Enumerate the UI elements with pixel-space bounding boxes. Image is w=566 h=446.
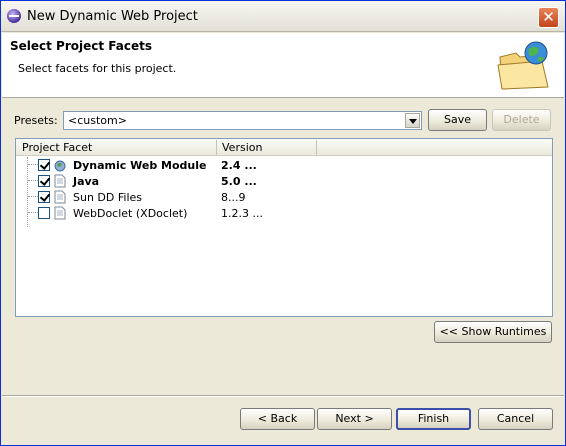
table-row[interactable]: Sun DD Files 8...9 <box>16 189 552 205</box>
document-facet-icon <box>54 190 66 204</box>
cancel-button[interactable]: Cancel <box>478 408 553 430</box>
table-row[interactable]: Dynamic Web Module 2.4 ... <box>16 157 552 173</box>
facet-checkbox[interactable] <box>38 159 50 171</box>
facet-name: WebDoclet (XDoclet) <box>73 207 188 220</box>
page-description: Select facets for this project. <box>18 62 177 75</box>
presets-label: Presets: <box>14 114 58 127</box>
presets-combo[interactable]: <custom> <box>63 111 422 130</box>
window-title: New Dynamic Web Project <box>27 9 198 24</box>
facet-name: Sun DD Files <box>73 191 142 204</box>
presets-value: <custom> <box>68 114 127 127</box>
globe-facet-icon <box>54 160 66 172</box>
facet-version[interactable]: 1.2.3 ... <box>221 207 263 220</box>
table-row[interactable]: Java 5.0 ... <box>16 173 552 189</box>
finish-button[interactable]: Finish <box>396 408 471 430</box>
document-facet-icon <box>54 206 66 220</box>
facet-version[interactable]: 2.4 ... <box>221 159 257 172</box>
folder-globe-icon <box>497 41 549 90</box>
footer-separator <box>2 395 564 397</box>
column-header-facet[interactable]: Project Facet <box>22 141 92 154</box>
facet-checkbox[interactable] <box>38 191 50 203</box>
facet-checkbox[interactable] <box>38 207 50 219</box>
table-row[interactable]: WebDoclet (XDoclet) 1.2.3 ... <box>16 205 552 221</box>
delete-button[interactable]: Delete <box>492 109 551 131</box>
document-facet-icon <box>54 174 66 188</box>
save-button[interactable]: Save <box>428 109 487 131</box>
facet-version[interactable]: 8...9 <box>221 191 246 204</box>
chevron-down-icon[interactable] <box>405 113 420 128</box>
facets-table: Project Facet Version Dynamic Web Module… <box>15 138 553 317</box>
facet-name: Dynamic Web Module <box>73 159 207 172</box>
facet-checkbox[interactable] <box>38 175 50 187</box>
title-bar[interactable]: New Dynamic Web Project ✕ <box>1 1 565 32</box>
page-title: Select Project Facets <box>10 39 153 53</box>
dialog-window: New Dynamic Web Project ✕ Select Project… <box>0 0 566 446</box>
column-header-version[interactable]: Version <box>222 141 262 154</box>
facet-version[interactable]: 5.0 ... <box>221 175 257 188</box>
wizard-banner: Select Project Facets Select facets for … <box>2 33 564 98</box>
table-header: Project Facet Version <box>16 139 552 156</box>
show-runtimes-button[interactable]: << Show Runtimes <box>434 321 552 343</box>
back-button[interactable]: < Back <box>240 408 315 430</box>
eclipse-icon <box>7 9 21 23</box>
next-button[interactable]: Next > <box>317 408 392 430</box>
close-button[interactable]: ✕ <box>538 7 559 28</box>
facet-name: Java <box>73 175 100 188</box>
